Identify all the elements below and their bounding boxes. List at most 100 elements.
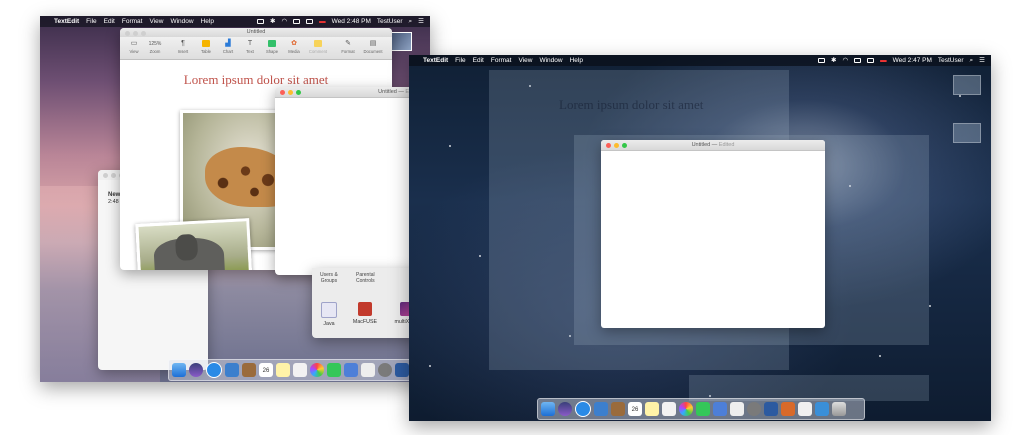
menu-format[interactable]: Format — [491, 55, 512, 66]
toolbar-media-button[interactable]: ✿ Media — [284, 39, 304, 54]
siri-icon[interactable] — [558, 402, 572, 416]
wifi-icon[interactable]: ◠ — [842, 55, 848, 66]
elephant-image[interactable] — [135, 218, 253, 270]
toolbar-zoom-button[interactable]: 125% Zoom — [145, 39, 165, 54]
toolbar-view-button[interactable]: ▭ View — [124, 39, 144, 54]
notes-icon[interactable] — [645, 402, 659, 416]
desktop-file-icon[interactable] — [953, 123, 981, 143]
messages-icon[interactable] — [696, 402, 710, 416]
close-button[interactable] — [280, 89, 285, 95]
menu-clock[interactable]: Wed 2:48 PM — [332, 16, 371, 27]
menu-file[interactable]: File — [86, 16, 96, 27]
textedit-untitled-window[interactable]: Untitled — Edited — [275, 87, 425, 275]
preview-icon[interactable] — [225, 363, 239, 377]
finder-icon[interactable] — [541, 402, 555, 416]
toolbar-text-button[interactable]: T Text — [240, 39, 260, 54]
toolbar-insert-button[interactable]: ¶ Insert — [173, 39, 193, 54]
minimize-button[interactable] — [614, 142, 619, 148]
display-icon[interactable] — [817, 58, 825, 63]
script-editor-icon[interactable] — [730, 402, 744, 416]
close-button[interactable] — [103, 172, 108, 178]
photos-icon[interactable] — [679, 402, 693, 416]
toolbar-chart-button[interactable]: ▟ Chart — [218, 39, 238, 54]
textedit-icon[interactable] — [713, 402, 727, 416]
spotlight-icon[interactable]: ⌕ — [970, 55, 974, 66]
preview-icon[interactable] — [594, 402, 608, 416]
zoom-button[interactable] — [622, 142, 627, 148]
toolbar-format-button[interactable]: ✎ Format — [338, 39, 358, 54]
notes-icon[interactable] — [276, 363, 290, 377]
spotlight-icon[interactable]: ⌕ — [409, 16, 413, 27]
reminders-icon[interactable] — [293, 363, 307, 377]
siri-icon[interactable] — [189, 363, 203, 377]
toolbar-shape-button[interactable]: Shape — [262, 39, 282, 54]
pref-parental-controls[interactable]: Parental Controls — [356, 272, 375, 284]
safari-icon[interactable] — [575, 401, 591, 417]
screen-sharing-icon[interactable] — [395, 363, 409, 377]
zoom-button[interactable] — [141, 30, 146, 36]
system-preferences-icon[interactable] — [747, 402, 761, 416]
menu-clock[interactable]: Wed 2:47 PM — [893, 55, 932, 66]
zoom-button[interactable] — [296, 89, 301, 95]
document-titlebar[interactable]: Untitled — [120, 28, 392, 37]
battery-icon[interactable] — [306, 19, 314, 24]
books-icon[interactable] — [781, 402, 795, 416]
toolbar-document-button[interactable]: ▤ Document — [360, 39, 386, 54]
document-icon[interactable] — [798, 402, 812, 416]
menu-app-name[interactable]: TextEdit — [54, 16, 79, 27]
desktop-file-icon[interactable] — [953, 75, 981, 95]
messages-icon[interactable] — [327, 363, 341, 377]
system-preferences-icon[interactable] — [378, 363, 392, 377]
menu-view[interactable]: View — [518, 55, 532, 66]
menu-window[interactable]: Window — [170, 16, 193, 27]
menu-window[interactable]: Window — [539, 55, 562, 66]
calendar-icon[interactable]: 26 — [259, 363, 273, 377]
script-editor-icon[interactable] — [361, 363, 375, 377]
notification-center-icon[interactable]: ☰ — [979, 55, 985, 66]
document-heading[interactable]: Lorem ipsum dolor sit amet — [120, 72, 392, 88]
textedit-titlebar[interactable]: Untitled — Edited — [601, 140, 825, 151]
trash-icon[interactable] — [832, 402, 846, 416]
finder-icon[interactable] — [172, 363, 186, 377]
airplay-icon[interactable] — [854, 58, 862, 63]
pref-macfuse[interactable]: MacFUSE — [350, 302, 380, 325]
menu-help[interactable]: Help — [570, 55, 583, 66]
downloads-folder-icon[interactable] — [815, 402, 829, 416]
battery-icon[interactable] — [867, 58, 875, 63]
menu-user[interactable]: TestUser — [938, 55, 964, 66]
textedit-untitled-window[interactable]: Untitled — Edited — [601, 140, 825, 328]
minimize-button[interactable] — [111, 172, 116, 178]
contacts-icon[interactable] — [242, 363, 256, 377]
menu-format[interactable]: Format — [122, 16, 143, 27]
menu-file[interactable]: File — [455, 55, 465, 66]
reminders-icon[interactable] — [662, 402, 676, 416]
screen-sharing-icon[interactable] — [764, 402, 778, 416]
textedit-icon[interactable] — [344, 363, 358, 377]
calendar-icon[interactable]: 26 — [628, 402, 642, 416]
display-icon[interactable] — [256, 19, 264, 24]
notification-center-icon[interactable]: ☰ — [418, 16, 424, 27]
flag-icon[interactable]: ▬ — [319, 16, 326, 27]
wifi-icon[interactable]: ◠ — [281, 16, 287, 27]
safari-icon[interactable] — [206, 362, 222, 378]
contacts-icon[interactable] — [611, 402, 625, 416]
minimize-button[interactable] — [288, 89, 293, 95]
photos-icon[interactable] — [310, 363, 324, 377]
minimize-button[interactable] — [133, 30, 138, 36]
menu-edit[interactable]: Edit — [473, 55, 484, 66]
bluetooth-icon[interactable]: ✱ — [270, 16, 275, 27]
close-button[interactable] — [125, 30, 130, 36]
toolbar-table-button[interactable]: Table — [196, 39, 216, 54]
menu-view[interactable]: View — [149, 16, 163, 27]
menu-edit[interactable]: Edit — [104, 16, 115, 27]
pref-java[interactable]: Java — [314, 302, 344, 327]
menu-help[interactable]: Help — [201, 16, 214, 27]
flag-icon[interactable]: ▬ — [880, 55, 887, 66]
pref-users-groups[interactable]: Users & Groups — [320, 272, 338, 284]
airplay-icon[interactable] — [293, 19, 301, 24]
menu-user[interactable]: TestUser — [377, 16, 403, 27]
toolbar-comment-button[interactable]: Comment — [306, 39, 330, 54]
bluetooth-icon[interactable]: ✱ — [831, 55, 836, 66]
close-button[interactable] — [606, 142, 611, 148]
textedit-titlebar[interactable]: Untitled — Edited — [275, 87, 425, 98]
